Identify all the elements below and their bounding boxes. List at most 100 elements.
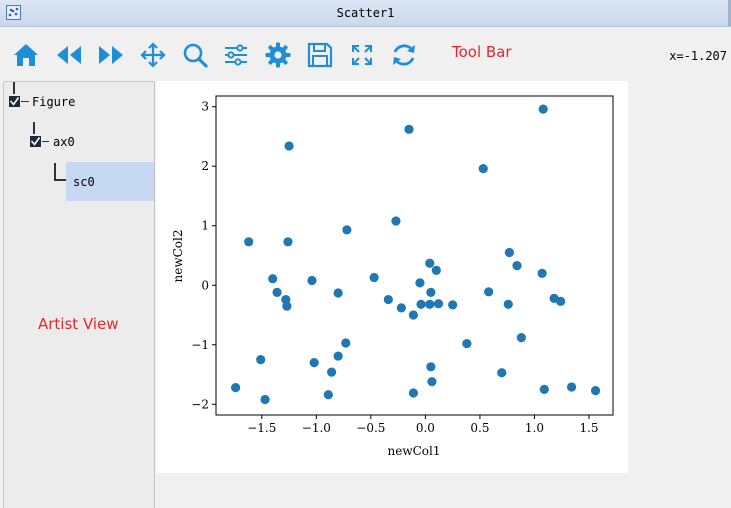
subplots-icon (225, 44, 247, 66)
tree-connector (13, 82, 15, 94)
home-icon (14, 44, 38, 66)
scatter-point (391, 216, 401, 226)
tree-connector (42, 141, 49, 142)
y-tick-label: −2 (191, 397, 209, 411)
x-tick-label: 0.5 (470, 421, 489, 435)
tree-connector (21, 101, 29, 102)
y-tick-label: −1 (191, 338, 209, 352)
tree-item-sc0[interactable]: sc0 (73, 175, 95, 189)
artist-view-panel: Figure ax0 sc0 Artist View (3, 81, 155, 508)
scatter-point (537, 268, 547, 278)
fit-button[interactable] (348, 41, 376, 69)
y-tick-label: 1 (201, 219, 209, 233)
tree-item-ax0[interactable]: ax0 (53, 135, 75, 149)
pan-button[interactable] (139, 41, 167, 69)
scatter-point (268, 274, 278, 284)
save-icon (307, 42, 333, 68)
toolbar (0, 27, 731, 77)
scatter-point (272, 287, 282, 297)
scatter-point (504, 247, 514, 258)
scatter-point (408, 310, 419, 320)
scatter-point (590, 385, 601, 396)
scatter-point (503, 299, 513, 309)
back-button[interactable] (55, 41, 83, 69)
tree-connector (54, 163, 56, 180)
scatter-point (327, 367, 337, 377)
home-button[interactable] (12, 41, 40, 69)
window-titlebar: Scatter1 (0, 0, 731, 27)
x-axis: −1.5 −1.0 −0.5 0.0 0.5 1.0 1.5 (247, 415, 599, 435)
scatter-point (426, 287, 436, 297)
x-tick-label: −1.0 (302, 421, 331, 435)
scatter-point (425, 299, 435, 309)
forward-icon (99, 46, 123, 64)
scatter-point (256, 355, 266, 365)
x-tick-label: 1.0 (525, 421, 544, 435)
scatter-point (396, 303, 407, 313)
scatter-point (341, 338, 351, 348)
check-icon (30, 137, 41, 146)
scatter-point (431, 265, 441, 275)
scatter-point (566, 382, 577, 392)
forward-button[interactable] (97, 41, 125, 69)
scatter-point (404, 124, 414, 134)
scatter-point (309, 358, 319, 368)
scatter-point (538, 104, 548, 114)
points-layer (231, 104, 601, 405)
scatter-point (333, 351, 343, 361)
y-tick-label: 0 (201, 278, 209, 292)
y-tick-label: 3 (201, 100, 209, 114)
y-axis: −2 −1 0 1 2 3 (191, 100, 216, 411)
y-axis-label: newCol2 (171, 230, 185, 283)
scatter-plot: −1.5 −1.0 −0.5 0.0 0.5 1.0 1.5 −2 −1 0 1 2 3 newCol… (171, 95, 614, 458)
scatter-point (323, 390, 333, 400)
x-tick-label: −0.5 (356, 421, 385, 435)
scatter-point (497, 368, 507, 378)
save-button[interactable] (306, 41, 334, 69)
settings-icon (265, 42, 291, 68)
x-tick-label: 0.0 (416, 421, 435, 435)
scatter-point (342, 225, 352, 235)
scatter-point (427, 377, 437, 387)
x-axis-label: newCol1 (388, 444, 441, 458)
refresh-icon (393, 44, 415, 66)
scatter-point (333, 288, 343, 298)
scatter-point (260, 394, 270, 405)
window-title: Scatter1 (336, 6, 395, 20)
tree-item-figure[interactable]: Figure (32, 95, 75, 109)
scatter-point (484, 287, 494, 297)
x-tick-label: 1.5 (579, 421, 598, 435)
ax0-checkbox[interactable] (30, 136, 41, 147)
scatter-point (369, 272, 379, 283)
x-tick-label: −1.5 (247, 421, 276, 435)
scatter-point (415, 278, 425, 288)
tree-connector (54, 179, 66, 181)
scatter-point (433, 299, 444, 309)
scatter-point (282, 301, 292, 311)
scatter-point (284, 141, 294, 151)
tree-connector (33, 122, 35, 134)
settings-button[interactable] (264, 41, 292, 69)
zoom-icon (183, 43, 208, 68)
pan-icon (140, 42, 166, 68)
scatter-point (283, 237, 293, 247)
y-tick-label: 2 (201, 159, 209, 173)
subplots-button[interactable] (222, 41, 250, 69)
toolbar-label: Tool Bar (452, 43, 512, 61)
scatter-point (512, 261, 522, 271)
artist-view-label: Artist View (38, 315, 119, 333)
figure-canvas[interactable]: −1.5 −1.0 −0.5 0.0 0.5 1.0 1.5 −2 −1 0 1 2 3 newCol… (156, 81, 628, 473)
fit-icon (352, 45, 372, 65)
scatter-point (556, 296, 566, 306)
cursor-coordinates: x=-1.207 (669, 49, 727, 63)
scatter-point (408, 388, 419, 398)
check-icon (9, 97, 20, 106)
scatter-point (539, 384, 549, 395)
figure-checkbox[interactable] (9, 96, 20, 107)
scatter-point (448, 300, 458, 310)
back-icon (57, 46, 81, 64)
zoom-button[interactable] (181, 41, 209, 69)
refresh-button[interactable] (390, 41, 418, 69)
scatter-point (307, 275, 317, 286)
scatter-point (231, 383, 241, 393)
